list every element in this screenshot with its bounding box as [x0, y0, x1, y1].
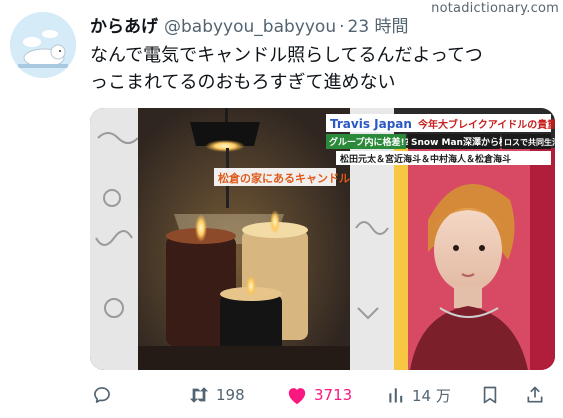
- retweet-icon: [189, 387, 209, 403]
- tweet-text-line: っこまれてるのおもろすぎて進めない: [90, 72, 396, 93]
- tv-names: 松田元太＆宮近海斗＆中村海人＆松倉海斗: [340, 153, 511, 165]
- tweet-actions: 198 3713 14 万: [0, 380, 563, 410]
- avatar-image: [10, 12, 76, 78]
- like-button[interactable]: 3713: [286, 380, 352, 410]
- tweet-text-line: なんで電気でキャンドル照らしてるんだよってつ: [90, 45, 483, 66]
- heart-icon: [288, 388, 306, 405]
- tweet-header: からあげ @babyyou_babyyou · 23 時間: [90, 12, 409, 37]
- share-button[interactable]: [525, 380, 545, 410]
- retweet-button[interactable]: 198: [188, 380, 245, 410]
- avatar[interactable]: [10, 12, 76, 78]
- views-button[interactable]: 14 万: [386, 380, 451, 410]
- tv-title-suffix: 今年大ブレイクアイドルの貴重: [417, 118, 555, 131]
- tv-subtitle: グループ内に格差!?: [329, 136, 410, 148]
- like-count: 3713: [314, 386, 353, 404]
- separator: ·: [339, 17, 345, 37]
- tweet-media-image[interactable]: Travis Japan 今年大ブレイクアイドルの貴重 グループ内に格差!? S…: [90, 108, 555, 370]
- bookmark-icon: [483, 386, 497, 404]
- tv-screenshot: Travis Japan 今年大ブレイクアイドルの貴重 グループ内に格差!? S…: [90, 108, 555, 370]
- reply-icon: [94, 387, 110, 403]
- views-icon: [389, 388, 403, 403]
- tv-subtitle-3: ロスで共同生活: [504, 137, 555, 147]
- bookmark-button[interactable]: [480, 380, 500, 410]
- reply-button[interactable]: [92, 380, 118, 410]
- share-icon: [527, 386, 543, 403]
- tv-subtitle-2: Snow Man深澤から極秘: [411, 136, 517, 148]
- timestamp[interactable]: 23 時間: [348, 12, 409, 37]
- tv-title: Travis Japan: [330, 117, 412, 131]
- tweet-text: なんで電気でキャンドル照らしてるんだよってつ っこまれてるのおもろすぎて進めない: [90, 42, 555, 96]
- candle-caption: 松倉の家にあるキャンドル: [218, 171, 350, 185]
- retweet-count: 198: [216, 386, 245, 404]
- display-name[interactable]: からあげ: [90, 12, 158, 37]
- views-count: 14 万: [412, 386, 451, 405]
- watermark: notadictionary.com: [431, 1, 559, 16]
- user-handle[interactable]: @babyyou_babyyou: [164, 17, 336, 37]
